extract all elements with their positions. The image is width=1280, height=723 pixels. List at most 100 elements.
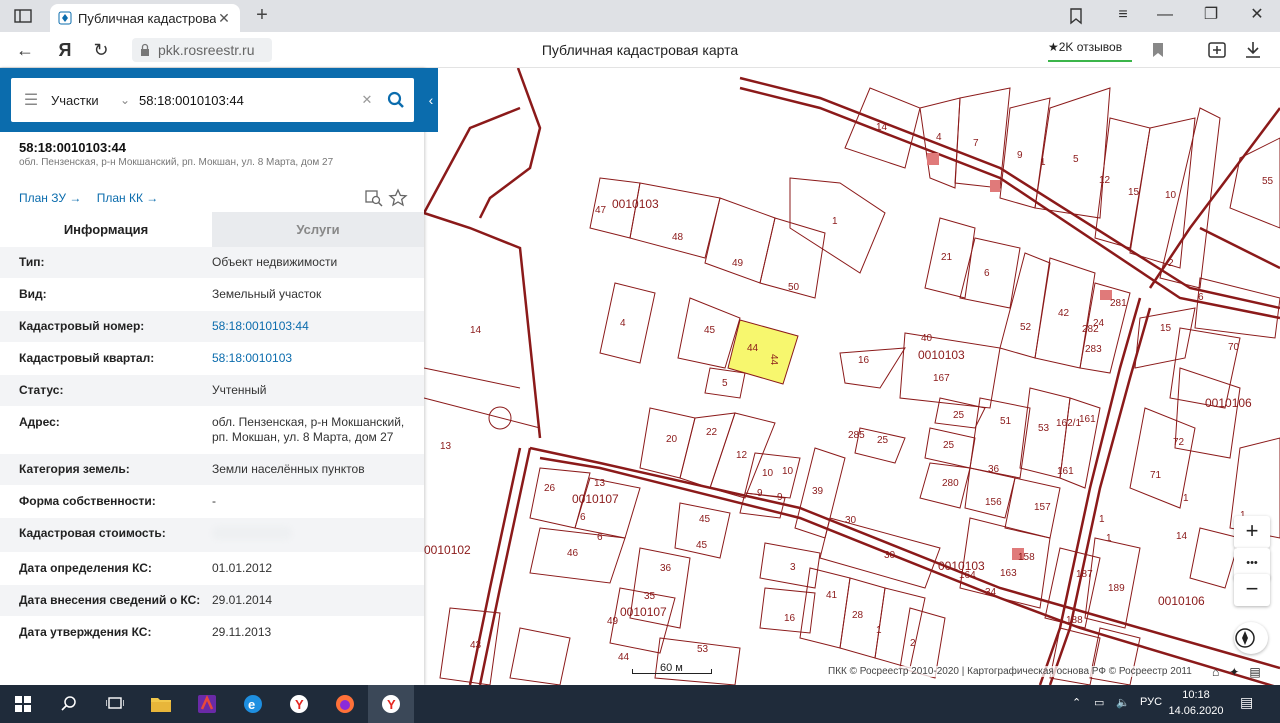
info-value: Объект недвижимости (212, 255, 338, 269)
zoom-out-button[interactable]: − (1234, 574, 1270, 606)
chevron-down-icon[interactable]: ⌄ (111, 93, 139, 107)
menu-icon[interactable]: ≡ (1108, 4, 1138, 28)
lock-icon (141, 43, 149, 56)
yandex-icon: Y (290, 695, 308, 713)
bookmark-icon[interactable] (1148, 38, 1168, 62)
info-key: Вид: (19, 287, 47, 301)
yandex-browser-icon: Y (382, 695, 400, 713)
sidebar-toggle-icon[interactable] (8, 4, 38, 28)
search-bar: ☰ Участки ⌄ ✕ (11, 78, 414, 122)
svg-text:28: 28 (852, 610, 864, 621)
plan-kk-link[interactable]: План КК → (97, 191, 159, 205)
svg-text:9: 9 (757, 488, 763, 499)
edge-button[interactable]: e (230, 685, 276, 723)
task-view-icon (106, 697, 124, 709)
search-button[interactable] (378, 78, 414, 122)
app-button[interactable] (184, 685, 230, 723)
info-key: Дата определения КС: (19, 561, 152, 575)
svg-text:44: 44 (768, 354, 779, 366)
browser-tab[interactable]: Публичная кадастровая ✕ (50, 4, 240, 32)
tray-chevron-icon[interactable]: ⌃ (1072, 696, 1081, 709)
svg-text:189: 189 (1108, 583, 1125, 594)
rosreestr-favicon-icon (58, 11, 72, 25)
svg-text:50: 50 (788, 282, 800, 293)
collapse-panel-icon[interactable]: ‹ (424, 88, 438, 112)
svg-text:36: 36 (988, 464, 1000, 475)
svg-text:1: 1 (832, 216, 838, 227)
selected-parcel[interactable] (727, 319, 799, 385)
info-key: Статус: (19, 383, 64, 397)
plan-zu-link[interactable]: План ЗУ → (19, 191, 81, 205)
notifications-icon[interactable]: ▤ (1240, 694, 1253, 711)
url-field[interactable]: pkk.rosreestr.ru (132, 38, 272, 62)
collections-icon[interactable] (1062, 4, 1092, 28)
info-row: Дата утверждения КС: 29.11.2013 (0, 617, 424, 649)
info-value-hidden (212, 526, 424, 544)
language-indicator[interactable]: РУС (1140, 696, 1162, 708)
tab-information[interactable]: Информация (0, 212, 212, 247)
svg-text:5: 5 (1073, 154, 1079, 165)
svg-text:30: 30 (845, 515, 857, 526)
back-button[interactable]: ← (12, 38, 38, 62)
start-button[interactable] (0, 685, 46, 723)
yandex-logo-icon[interactable]: Я (52, 38, 78, 62)
system-clock[interactable]: 10:18 14.06.2020 (1168, 687, 1224, 719)
svg-text:26: 26 (544, 483, 556, 494)
volume-icon[interactable]: 🔈 (1116, 696, 1130, 709)
task-view-button[interactable] (92, 685, 138, 723)
tab-close-icon[interactable]: ✕ (216, 10, 232, 27)
info-table: Тип: Объект недвижимости Вид: Земельный уч… (0, 247, 424, 649)
info-tabs: Информация Услуги (0, 212, 424, 247)
blurred-value (212, 526, 292, 540)
cad-quarter-link[interactable]: 58:18:0010103 (212, 351, 424, 366)
restore-button[interactable]: ❐ (1196, 4, 1226, 28)
compass-icon (1235, 628, 1255, 648)
reviews-badge[interactable]: ★2K отзывов (1048, 38, 1132, 62)
svg-text:281: 281 (1110, 298, 1127, 309)
cad-number-link[interactable]: 58:18:0010103:44 (212, 319, 424, 334)
address-bar: ← Я ↻ pkk.rosreestr.ru Публичная кадастр… (0, 32, 1280, 68)
panel-actions (364, 188, 408, 208)
downloads-icon[interactable] (1240, 38, 1266, 62)
close-window-button[interactable]: ✕ (1242, 4, 1272, 28)
zoom-to-object-icon[interactable] (364, 188, 384, 208)
zoom-in-button[interactable]: + (1234, 516, 1270, 548)
svg-text:49: 49 (607, 616, 619, 627)
star-icon[interactable] (388, 188, 408, 208)
home-icon[interactable]: ⌂ (1212, 665, 1219, 679)
svg-text:1: 1 (1099, 514, 1105, 525)
svg-text:9: 9 (777, 492, 783, 503)
firefox-button[interactable] (322, 685, 368, 723)
tab-services[interactable]: Услуги (212, 212, 424, 247)
search-input[interactable] (139, 92, 356, 108)
info-value: - (212, 494, 216, 508)
svg-text:e: e (248, 697, 255, 712)
extensions-icon[interactable] (1204, 38, 1230, 62)
yandex-browser-active-button[interactable]: Y (368, 685, 414, 723)
taskbar-search-button[interactable] (46, 685, 92, 723)
file-explorer-button[interactable] (138, 685, 184, 723)
svg-text:44: 44 (618, 652, 630, 663)
svg-text:12: 12 (736, 450, 748, 461)
object-address: обл. Пензенская, р-н Мокшанский, рп. Мок… (19, 157, 334, 168)
network-icon[interactable]: ▭ (1094, 696, 1104, 709)
map-footer-icons: ⌂ ✦ ▤ (1212, 665, 1278, 679)
svg-text:53: 53 (1038, 423, 1050, 434)
svg-text:48: 48 (672, 232, 684, 243)
layers-icon[interactable]: ▤ (1249, 665, 1260, 679)
new-tab-button[interactable]: + (250, 4, 274, 28)
quarter-label: 0010107 (572, 492, 619, 506)
minimize-button[interactable]: — (1150, 4, 1180, 28)
info-value: 01.01.2012 (212, 561, 273, 575)
browser-tabbar: Публичная кадастровая ✕ + ≡ — ❐ ✕ (0, 0, 1280, 32)
settings-icon[interactable]: ✦ (1229, 665, 1239, 679)
search-type-select[interactable]: Участки (51, 93, 111, 108)
compass-button[interactable] (1234, 622, 1268, 654)
yandex-button[interactable]: Y (276, 685, 322, 723)
clear-icon[interactable]: ✕ (356, 92, 378, 108)
reload-button[interactable]: ↻ (88, 38, 114, 62)
info-key: Категория земель: (19, 462, 130, 476)
svg-text:46: 46 (567, 548, 579, 559)
hamburger-icon[interactable]: ☰ (11, 90, 51, 110)
quarter-label: 0010106 (1205, 396, 1252, 410)
